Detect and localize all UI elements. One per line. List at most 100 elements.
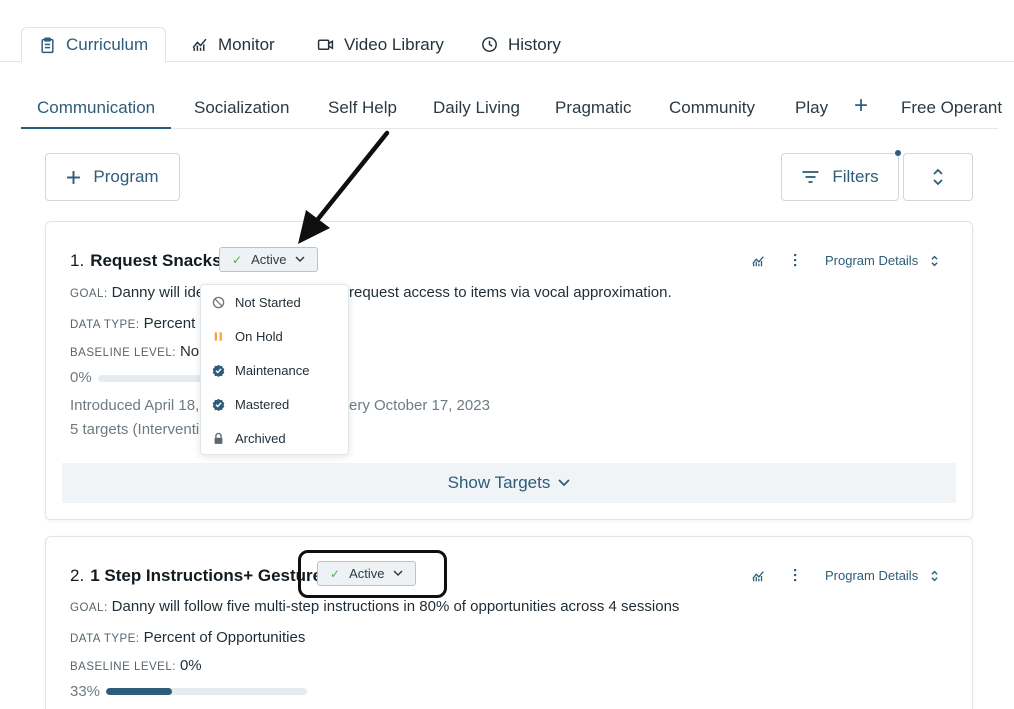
add-category-button[interactable]: + <box>854 94 868 118</box>
tab-label: History <box>508 34 561 54</box>
data-type-label: DATA TYPE: <box>70 633 140 645</box>
top-tab-bar: Curriculum Monitor Video Library History <box>0 0 1014 63</box>
chart-icon <box>192 38 207 51</box>
status-dropdown[interactable]: ✓ Active <box>219 247 319 272</box>
progress-percent: 33% <box>70 683 101 700</box>
tab-label: Curriculum <box>66 35 149 54</box>
data-type-label: DATA TYPE: <box>70 319 140 331</box>
plus-icon <box>67 170 81 184</box>
filters-label: Filters <box>832 167 879 186</box>
baseline-label: BASELINE LEVEL: <box>70 347 176 359</box>
card-actions: ··· Program Details <box>751 253 939 268</box>
tab-play[interactable]: Play <box>795 88 828 128</box>
badge-check-icon <box>212 398 225 411</box>
tab-free-operant[interactable]: Free Operant <box>901 88 1002 128</box>
goal-row: GOAL: Danny will follow five multi-step i… <box>70 598 679 615</box>
chevron-up-down-icon[interactable] <box>930 254 939 268</box>
tab-socialization[interactable]: Socialization <box>194 88 289 128</box>
clipboard-icon <box>41 37 54 53</box>
check-icon: ✓ <box>232 252 243 267</box>
status-label: Active <box>251 252 287 267</box>
chart-icon[interactable] <box>751 254 765 268</box>
expand-collapse-button[interactable] <box>903 153 973 201</box>
data-type-row: DATA TYPE: Percent of Opportunities <box>70 629 305 646</box>
tab-communication[interactable]: Communication <box>21 88 172 129</box>
tab-label: Play <box>795 98 829 117</box>
program-details-button[interactable]: Program Details <box>825 568 918 583</box>
tab-label: Free Operant <box>901 98 1003 117</box>
add-program-button[interactable]: Program <box>45 153 180 201</box>
tab-label: Monitor <box>218 34 275 54</box>
tab-label: Community <box>669 98 755 117</box>
tab-community[interactable]: Community <box>669 88 755 128</box>
tab-label: Self Help <box>328 98 397 117</box>
status-option-label: On Hold <box>235 328 283 344</box>
program-title-text: 1 Step Instructions+ Gesture <box>90 566 323 585</box>
tab-curriculum[interactable]: Curriculum <box>21 27 167 63</box>
chart-icon[interactable] <box>751 569 765 583</box>
chevron-up-down-icon <box>933 168 943 186</box>
status-option-on-hold[interactable]: On Hold <box>201 319 348 353</box>
annotation-arrow <box>298 130 390 244</box>
program-title: 2. 1 Step Instructions+ Gesture <box>70 566 322 586</box>
tab-daily-living[interactable]: Daily Living <box>433 88 520 128</box>
baseline-row: BASELINE LEVEL: Non <box>70 343 207 360</box>
program-details-button[interactable]: Program Details <box>825 253 918 268</box>
goal-label: GOAL: <box>70 602 108 614</box>
show-targets-label: Show Targets <box>447 473 551 492</box>
add-program-label: Program <box>93 167 159 186</box>
tab-self-help[interactable]: Self Help <box>328 88 397 128</box>
tab-video-library[interactable]: Video Library <box>300 27 461 62</box>
more-options-icon[interactable]: ··· <box>786 568 803 583</box>
introduced-text-continued: ery October 17, 2023 <box>349 397 490 414</box>
more-options-icon[interactable]: ··· <box>786 253 803 268</box>
introduced-text: Introduced April 18, 2 <box>70 397 212 414</box>
tab-label: Communication <box>37 97 156 117</box>
data-type-row: DATA TYPE: Percent c <box>70 315 207 332</box>
goal-label: GOAL: <box>70 288 108 300</box>
filters-button[interactable]: Filters <box>781 153 899 201</box>
category-tab-bar: Communication Socialization Self Help Da… <box>21 88 1002 129</box>
pause-icon <box>214 331 222 341</box>
program-number: 1. <box>70 251 85 270</box>
clock-icon <box>482 37 497 52</box>
status-option-label: Maintenance <box>235 362 310 378</box>
chevron-down-icon <box>558 479 570 487</box>
goal-row: GOAL: Danny will ider <box>70 284 209 301</box>
progress-fill <box>106 688 173 695</box>
data-type-value: Percent c <box>143 315 207 332</box>
status-option-mastered[interactable]: Mastered <box>201 387 348 421</box>
progress-bar <box>106 688 307 695</box>
status-option-label: Archived <box>235 430 286 446</box>
status-menu: Not Started On Hold Maintenance Mastered… <box>200 284 349 455</box>
tab-label: Pragmatic <box>555 98 632 117</box>
baseline-value: 0% <box>179 657 202 674</box>
baseline-row: BASELINE LEVEL: 0% <box>70 657 202 674</box>
progress-percent: 0% <box>70 369 92 386</box>
goal-text: Danny will follow five multi-step instru… <box>111 598 680 615</box>
baseline-label: BASELINE LEVEL: <box>70 661 176 673</box>
status-option-archived[interactable]: Archived <box>201 421 348 455</box>
show-targets-button[interactable]: Show Targets <box>62 463 956 503</box>
tab-label: Daily Living <box>433 98 520 117</box>
tab-monitor[interactable]: Monitor <box>174 27 292 62</box>
tab-label: Video Library <box>344 34 444 54</box>
chevron-down-icon <box>295 256 305 263</box>
filter-active-indicator <box>895 150 901 156</box>
tab-label: Socialization <box>194 98 290 117</box>
program-number: 2. <box>70 566 85 585</box>
video-icon <box>317 39 334 51</box>
card-actions: ··· Program Details <box>751 568 939 583</box>
program-card: 2. 1 Step Instructions+ Gesture ✓ Active … <box>45 536 973 709</box>
status-option-maintenance[interactable]: Maintenance <box>201 353 348 387</box>
progress-bar <box>98 375 202 382</box>
tab-pragmatic[interactable]: Pragmatic <box>555 88 632 128</box>
ban-icon <box>212 296 225 308</box>
badge-check-icon <box>212 364 225 377</box>
lock-icon <box>214 432 223 444</box>
tab-history[interactable]: History <box>464 27 578 62</box>
chevron-up-down-icon[interactable] <box>930 569 939 583</box>
status-option-not-started[interactable]: Not Started <box>201 285 348 319</box>
goal-row-continued: request access to items via vocal approx… <box>349 284 672 301</box>
filter-icon <box>802 171 819 183</box>
